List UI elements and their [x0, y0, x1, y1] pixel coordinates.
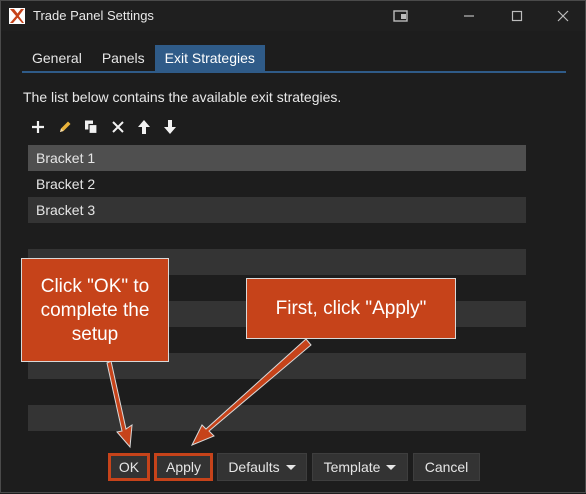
list-item[interactable]: Bracket 3	[28, 197, 526, 223]
tab-general[interactable]: General	[22, 45, 92, 71]
maximize-icon[interactable]	[497, 1, 537, 31]
copy-icon[interactable]	[81, 117, 101, 137]
template-button-label: Template	[323, 459, 381, 475]
list-item	[28, 223, 526, 249]
list-item[interactable]: Bracket 2	[28, 171, 526, 197]
ok-callout: Click "OK" to complete the setup	[21, 258, 169, 362]
minimize-icon[interactable]	[449, 1, 489, 31]
list-item	[28, 379, 526, 405]
apply-button-label: Apply	[165, 459, 202, 475]
cancel-button-label: Cancel	[424, 459, 469, 475]
delete-icon[interactable]	[108, 117, 128, 137]
tab-underline	[22, 71, 566, 73]
title-bar: Trade Panel Settings	[1, 1, 585, 31]
template-dropdown-button[interactable]: Template	[312, 453, 408, 481]
description-text: The list below contains the available ex…	[23, 89, 342, 105]
settings-window: Trade Panel Settings General Panels Exit…	[0, 0, 586, 493]
move-up-icon[interactable]	[134, 117, 154, 137]
ok-button[interactable]: OK	[108, 453, 150, 481]
close-icon[interactable]	[543, 1, 583, 31]
app-logo-icon	[9, 8, 25, 24]
cancel-button[interactable]: Cancel	[413, 453, 480, 481]
defaults-dropdown-button[interactable]: Defaults	[217, 453, 307, 481]
chevron-down-icon	[386, 464, 397, 470]
defaults-button-label: Defaults	[228, 459, 280, 475]
ok-callout-text: Click "OK" to complete the setup	[40, 276, 150, 345]
move-down-icon[interactable]	[160, 117, 180, 137]
apply-callout: First, click "Apply"	[246, 278, 456, 339]
chevron-down-icon	[285, 464, 296, 470]
tab-panels[interactable]: Panels	[92, 45, 155, 71]
window-title: Trade Panel Settings	[33, 8, 154, 23]
snap-layout-icon[interactable]	[381, 1, 421, 31]
tab-bar: General Panels Exit Strategies	[22, 45, 265, 71]
ok-button-label: OK	[118, 459, 140, 475]
add-icon[interactable]	[28, 117, 48, 137]
edit-icon[interactable]	[55, 117, 75, 137]
apply-callout-text: First, click "Apply"	[275, 298, 427, 319]
apply-button[interactable]: Apply	[154, 453, 213, 481]
list-item	[28, 405, 526, 431]
list-item[interactable]: Bracket 1	[28, 145, 526, 171]
tab-exit-strategies[interactable]: Exit Strategies	[154, 45, 265, 71]
